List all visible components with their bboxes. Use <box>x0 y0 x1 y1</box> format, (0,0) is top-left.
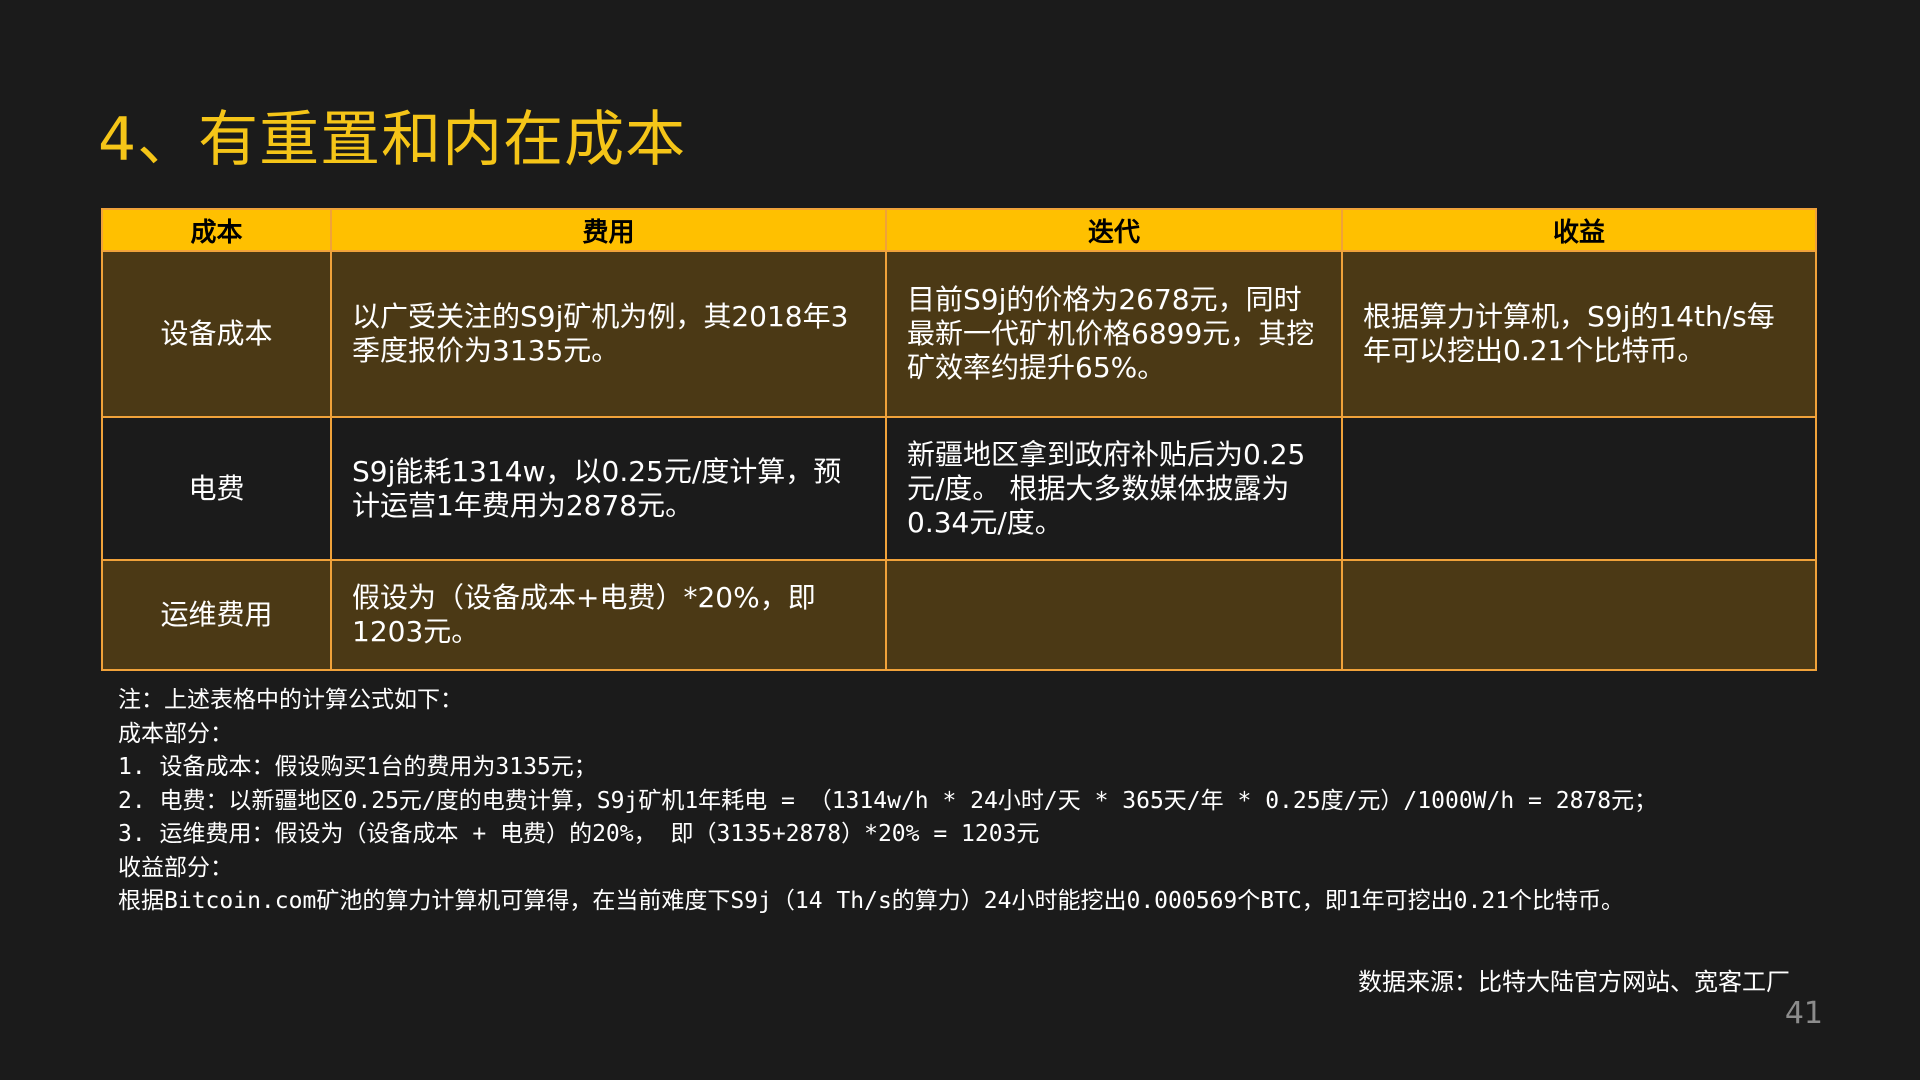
table-header-row: 成本 费用 迭代 收益 <box>101 208 1817 252</box>
note-line: 收益部分： <box>118 854 233 881</box>
note-line: 根据Bitcoin.com矿池的算力计算机可算得，在当前难度下S9j（14 Th… <box>118 888 1625 914</box>
page-number: 41 <box>1784 996 1823 1031</box>
formula-notes: 注：上述表格中的计算公式如下： 成本部分： 1. 设备成本：假设购买1台的费用为… <box>118 684 1657 919</box>
note-line: 3. 运维费用：假设为（设备成本 + 电费）的20%， 即（3135+2878）… <box>118 821 1040 847</box>
revenue-cell <box>1341 559 1817 671</box>
cost-table: 成本 费用 迭代 收益 设备成本 以广受关注的S9j矿机为例，其2018年3季度… <box>101 208 1817 671</box>
header-fee: 费用 <box>330 208 887 252</box>
note-line: 成本部分： <box>118 720 233 747</box>
data-source: 数据来源：比特大陆官方网站、宽客工厂 <box>1358 968 1790 996</box>
table-row: 设备成本 以广受关注的S9j矿机为例，其2018年3季度报价为3135元。 目前… <box>101 250 1817 418</box>
table-row: 运维费用 假设为（设备成本+电费）*20%，即1203元。 <box>101 559 1817 671</box>
slide-title: 4、有重置和内在成本 <box>98 105 687 175</box>
iteration-cell <box>885 559 1343 671</box>
note-line: 1. 设备成本：假设购买1台的费用为3135元； <box>118 754 597 780</box>
note-line: 注：上述表格中的计算公式如下： <box>118 687 463 713</box>
row-label: 运维费用 <box>101 559 332 671</box>
header-iteration: 迭代 <box>885 208 1343 252</box>
iteration-cell: 新疆地区拿到政府补贴后为0.25元/度。 根据大多数媒体披露为0.34元/度。 <box>885 416 1343 561</box>
row-label: 电费 <box>101 416 332 561</box>
header-revenue: 收益 <box>1341 208 1817 252</box>
revenue-cell <box>1341 416 1817 561</box>
iteration-cell: 目前S9j的价格为2678元，同时最新一代矿机价格6899元，其挖矿效率约提升6… <box>885 250 1343 418</box>
note-line: 2. 电费：以新疆地区0.25元/度的电费计算，S9j矿机1年耗电 = （131… <box>118 787 1658 814</box>
fee-cell: S9j能耗1314w，以0.25元/度计算，预计运营1年费用为2878元。 <box>330 416 887 561</box>
header-cost: 成本 <box>101 208 332 252</box>
table-row: 电费 S9j能耗1314w，以0.25元/度计算，预计运营1年费用为2878元。… <box>101 416 1817 561</box>
row-label: 设备成本 <box>101 250 332 418</box>
fee-cell: 假设为（设备成本+电费）*20%，即1203元。 <box>330 559 887 671</box>
revenue-cell: 根据算力计算机，S9j的14th/s每年可以挖出0.21个比特币。 <box>1341 250 1817 418</box>
fee-cell: 以广受关注的S9j矿机为例，其2018年3季度报价为3135元。 <box>330 250 887 418</box>
